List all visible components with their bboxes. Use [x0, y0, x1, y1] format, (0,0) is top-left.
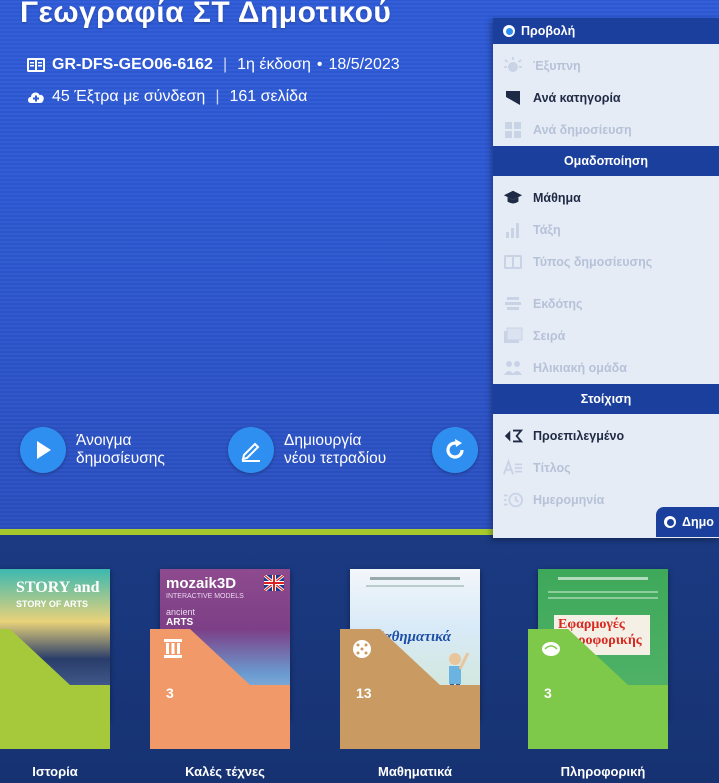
- bar-chart-icon: [503, 220, 523, 240]
- book-count: 3: [544, 685, 552, 701]
- book-label: Πληροφορική: [560, 764, 646, 779]
- group-by-publication-type[interactable]: Τύπος δημοσίευσης: [493, 246, 719, 278]
- view-by-publication[interactable]: Ανά δημοσίευση: [493, 114, 719, 146]
- view-by-category[interactable]: Ανά κατηγορία: [493, 82, 719, 114]
- extras-count: 45 Έξτρα με σύνδεση: [52, 88, 206, 105]
- sort-date-icon: [503, 490, 523, 510]
- bulb-icon: [503, 56, 523, 76]
- book-open-icon: [27, 58, 45, 72]
- edition: 1η έκδοση: [237, 56, 311, 73]
- sort-title-icon: [503, 458, 523, 478]
- graduation-cap-icon: [503, 188, 523, 208]
- sort-default-icon: [503, 426, 523, 446]
- books-icon: [503, 326, 523, 346]
- book-count: 13: [356, 685, 372, 701]
- publication-code: GR-DFS-GEO06-6162: [52, 56, 213, 73]
- book-label: Καλές τέχνες: [185, 764, 265, 779]
- publisher-tab[interactable]: Δημο: [656, 507, 719, 537]
- mouse-icon: [542, 642, 560, 656]
- book-informatics[interactable]: Εφαρμογές ροφορικής 3: [528, 569, 668, 749]
- page-title: Γεωγραφία ΣΤ Δημοτικού: [20, 0, 392, 29]
- play-icon: [20, 427, 66, 473]
- grid-icon: [503, 120, 523, 140]
- stack-icon: [503, 294, 523, 314]
- book-icon: [503, 252, 523, 272]
- view-smart[interactable]: Έξυπνη: [493, 50, 719, 82]
- grouping-section-title: Ομαδοποίηση: [493, 146, 719, 176]
- bookmark-icon: [503, 88, 523, 108]
- book-label: Μαθηματικά: [378, 764, 452, 779]
- group-by-age[interactable]: Ηλικιακή ομάδα: [493, 352, 719, 384]
- column-icon: [164, 639, 182, 658]
- sort-default[interactable]: Προεπιλεγμένο: [493, 420, 719, 452]
- book-folder: [0, 629, 110, 749]
- book-fine-arts[interactable]: mozaik3D INTERACTIVE MODELS ancient ARTS…: [150, 569, 290, 749]
- group-by-publisher[interactable]: Εκδότης: [493, 288, 719, 320]
- publication-date: 18/5/2023: [328, 56, 400, 73]
- book-history[interactable]: STORY and STORY OF ARTS: [0, 569, 110, 749]
- pencil-icon: [228, 427, 274, 473]
- create-notebook-button[interactable]: Δημιουργία νέου τετραδίου: [228, 427, 386, 473]
- dice-icon: [353, 640, 371, 658]
- page-count: 161 σελίδα: [229, 88, 308, 105]
- view-tab[interactable]: Προβολή: [493, 18, 719, 44]
- group-by-series[interactable]: Σειρά: [493, 320, 719, 352]
- group-by-grade[interactable]: Τάξη: [493, 214, 719, 246]
- book-count: 3: [166, 685, 174, 701]
- publication-meta: GR-DFS-GEO06-6162 | 1η έκδοση • 18/5/202…: [26, 56, 400, 74]
- book-mathematics[interactable]: Μαθηματικά 13: [340, 569, 480, 749]
- cloud-plus-icon: [28, 92, 44, 103]
- view-options-panel: Προβολή Έξυπνη Ανά κατηγορία Ανά δημοσίε…: [493, 18, 719, 538]
- radio-selected-icon: [503, 25, 515, 37]
- refresh-icon: [432, 427, 478, 473]
- radio-icon: [664, 516, 676, 528]
- open-publication-button[interactable]: Άνοιγμα δημοσίευσης: [20, 427, 165, 473]
- book-label: Ιστορία: [32, 764, 78, 779]
- bullet: •: [316, 56, 323, 73]
- group-by-subject[interactable]: Μάθημα: [493, 182, 719, 214]
- publication-extras: 45 Έξτρα με σύνδεση | 161 σελίδα: [26, 88, 307, 106]
- sort-title[interactable]: Τίτλος: [493, 452, 719, 484]
- uk-flag-icon: [264, 575, 284, 591]
- sorting-section-title: Στοίχιση: [493, 384, 719, 414]
- people-icon: [503, 358, 523, 378]
- refresh-button[interactable]: [432, 427, 478, 473]
